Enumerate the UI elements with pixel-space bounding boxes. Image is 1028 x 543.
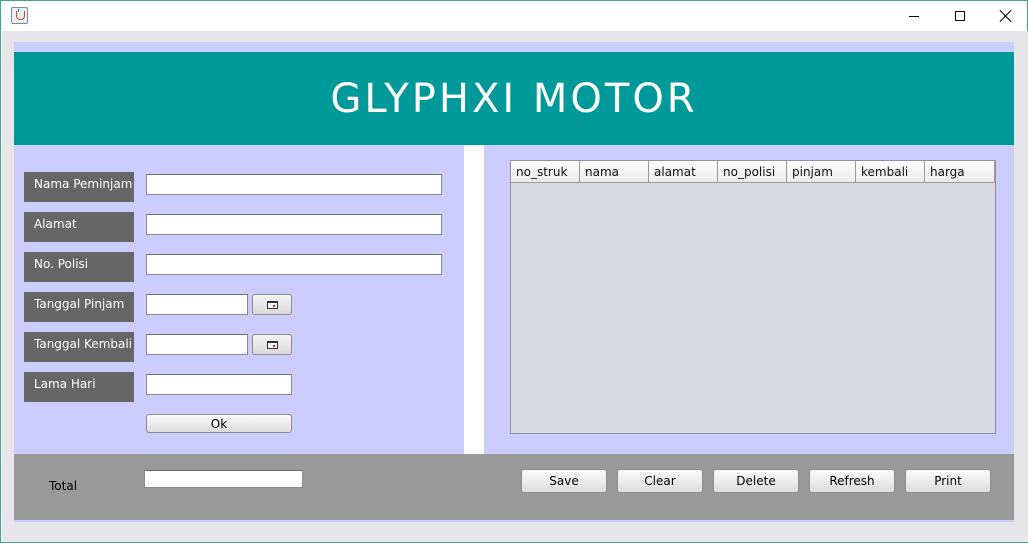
table-header: no_struk nama alamat no_polisi pinjam ke… xyxy=(511,161,995,183)
alamat-field[interactable] xyxy=(146,214,442,235)
calendar-icon xyxy=(266,340,278,349)
java-app-icon xyxy=(11,7,28,24)
app-title: GLYPHXI MOTOR xyxy=(330,75,698,122)
tanggal-kembali-input[interactable] xyxy=(147,335,247,354)
tanggal-kembali-field[interactable] xyxy=(146,334,248,355)
refresh-button[interactable]: Refresh xyxy=(809,469,895,493)
no-polisi-input[interactable] xyxy=(147,255,441,274)
tanggal-pinjam-picker-button[interactable] xyxy=(252,294,292,315)
clear-button[interactable]: Clear xyxy=(617,469,703,493)
nama-peminjam-input[interactable] xyxy=(147,175,441,194)
alamat-input[interactable] xyxy=(147,215,441,234)
lama-hari-field[interactable] xyxy=(146,374,292,395)
column-header-kembali[interactable]: kembali xyxy=(856,161,925,183)
column-header-alamat[interactable]: alamat xyxy=(649,161,718,183)
minimize-icon xyxy=(909,15,919,17)
column-header-no-polisi[interactable]: no_polisi xyxy=(718,161,787,183)
ok-button[interactable]: Ok xyxy=(146,414,292,433)
alamat-label: Alamat xyxy=(24,212,134,242)
tanggal-kembali-label: Tanggal Kembali xyxy=(24,332,134,362)
tanggal-pinjam-label: Tanggal Pinjam xyxy=(24,292,134,322)
nama-peminjam-label: Nama Peminjam xyxy=(24,172,134,202)
tanggal-pinjam-input[interactable] xyxy=(147,295,247,314)
total-label: Total xyxy=(49,479,78,493)
close-icon xyxy=(1000,10,1012,22)
no-polisi-field[interactable] xyxy=(146,254,442,275)
header-banner: GLYPHXI MOTOR xyxy=(14,52,1014,145)
lama-hari-label: Lama Hari xyxy=(24,372,134,402)
content-pane: GLYPHXI MOTOR Nama Peminjam Alamat No. P… xyxy=(2,31,1028,542)
calendar-icon xyxy=(266,300,278,309)
tanggal-kembali-picker-button[interactable] xyxy=(252,334,292,355)
minimize-button[interactable] xyxy=(891,1,937,31)
lama-hari-input[interactable] xyxy=(147,375,291,394)
maximize-button[interactable] xyxy=(937,1,983,31)
panel-divider xyxy=(464,145,484,454)
main-panel: GLYPHXI MOTOR Nama Peminjam Alamat No. P… xyxy=(14,42,1014,522)
save-button[interactable]: Save xyxy=(521,469,607,493)
no-polisi-label: No. Polisi xyxy=(24,252,134,282)
footer-bar: Total Save Clear Delete Refresh Print xyxy=(14,454,1014,520)
nama-peminjam-field[interactable] xyxy=(146,174,442,195)
rental-table[interactable]: no_struk nama alamat no_polisi pinjam ke… xyxy=(510,160,996,434)
column-header-pinjam[interactable]: pinjam xyxy=(787,161,856,183)
column-header-harga[interactable]: harga xyxy=(925,161,995,183)
title-bar[interactable] xyxy=(1,1,1027,31)
app-window: GLYPHXI MOTOR Nama Peminjam Alamat No. P… xyxy=(0,0,1028,543)
print-button[interactable]: Print xyxy=(905,469,991,493)
total-input[interactable] xyxy=(145,472,302,488)
column-header-nama[interactable]: nama xyxy=(580,161,649,183)
tanggal-pinjam-field[interactable] xyxy=(146,294,248,315)
delete-button[interactable]: Delete xyxy=(713,469,799,493)
total-field[interactable] xyxy=(144,470,303,488)
close-button[interactable] xyxy=(983,1,1028,31)
column-header-no-struk[interactable]: no_struk xyxy=(511,161,580,183)
maximize-icon xyxy=(955,11,965,21)
